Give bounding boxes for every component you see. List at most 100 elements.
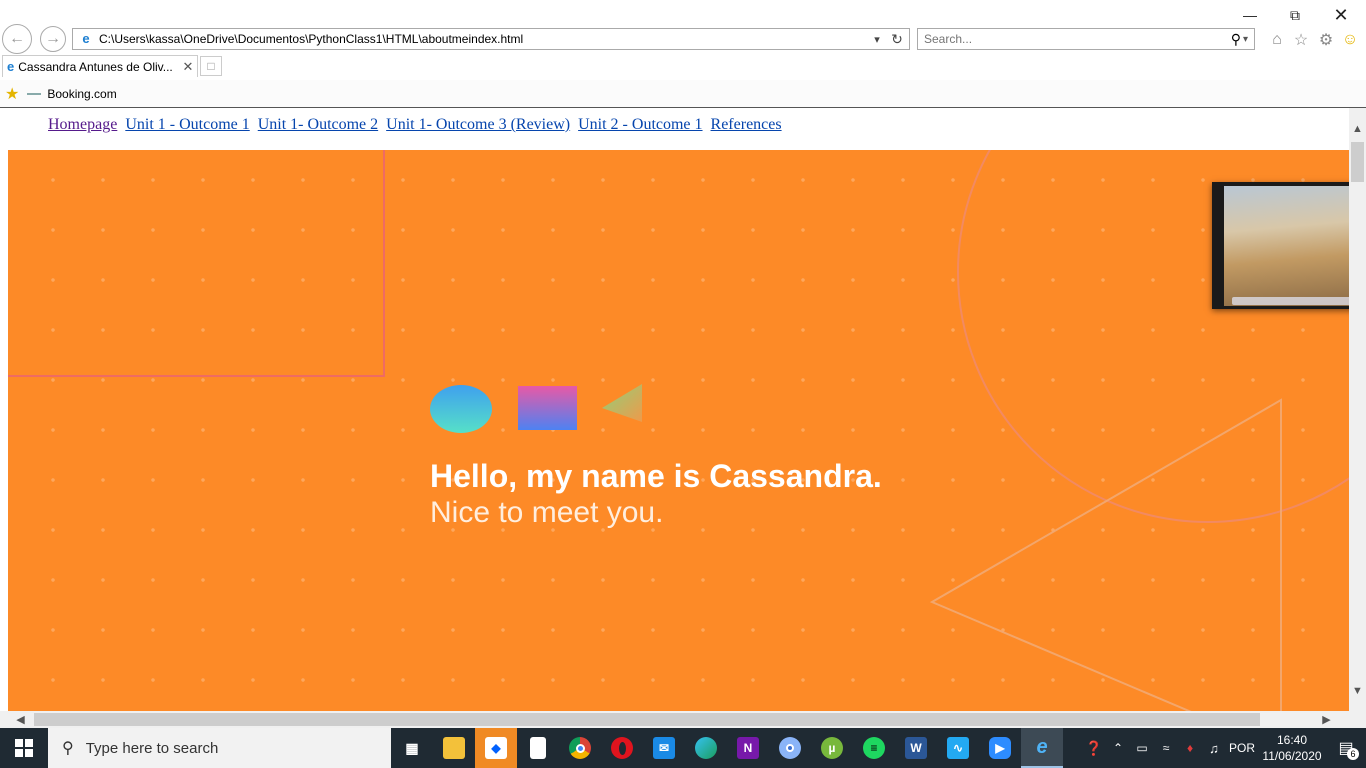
zoom-button[interactable]: ▶ <box>979 728 1021 768</box>
close-window-button[interactable]: ✕ <box>1318 4 1364 26</box>
restore-button[interactable]: ⧉ <box>1272 4 1318 26</box>
scroll-left-icon[interactable]: ◀ <box>12 711 29 728</box>
internet-explorer-button[interactable]: e <box>1021 728 1063 768</box>
dropbox-icon: ◆ <box>485 737 507 759</box>
task-view-icon: ▦ <box>405 739 419 756</box>
chevron-up-icon[interactable]: ⌃ <box>1106 741 1130 755</box>
scroll-up-icon[interactable]: ▲ <box>1349 120 1366 137</box>
hero-banner: Hello, my name is Cassandra. Nice to mee… <box>8 150 1349 711</box>
vertical-scroll-thumb[interactable] <box>1351 142 1364 182</box>
nav-link-unit2-outcome1[interactable]: Unit 2 - Outcome 1 <box>578 116 702 133</box>
search-icon[interactable]: ⚲ <box>1231 31 1241 48</box>
scroll-down-icon[interactable]: ▼ <box>1349 682 1366 699</box>
utorrent-icon: µ <box>821 737 843 759</box>
gift-icon[interactable]: ♦ <box>1178 741 1202 755</box>
zoom-icon: ▶ <box>989 737 1011 759</box>
scrollbar-corner <box>1349 711 1366 728</box>
blue-circle-shape <box>430 385 492 433</box>
spotify-button[interactable]: ≡ <box>853 728 895 768</box>
opera-button[interactable] <box>601 728 643 768</box>
onenote-icon: N <box>737 737 759 759</box>
clock[interactable]: 16:40 11/06/2020 <box>1258 732 1326 764</box>
mail-button[interactable]: ✉ <box>643 728 685 768</box>
dropbox-button[interactable]: ◆ <box>475 728 517 768</box>
browser-tab[interactable]: e Cassandra Antunes de Oliv... ✕ <box>2 55 198 77</box>
minimize-button[interactable]: — <box>1227 4 1273 26</box>
arrow-left-icon: ← <box>9 30 25 47</box>
gear-icon[interactable]: ⚙ <box>1316 30 1336 50</box>
horizontal-scroll-thumb[interactable] <box>34 713 1260 726</box>
utorrent-button[interactable]: µ <box>811 728 853 768</box>
opera-icon <box>611 737 633 759</box>
taskbar-search-placeholder: Type here to search <box>85 739 219 757</box>
help-icon[interactable]: ❓ <box>1082 740 1106 757</box>
wifi-icon[interactable]: ≈ <box>1154 741 1178 755</box>
browser-chrome: — ⧉ ✕ ← → e C:\Users\kassa\OneDrive\Docu… <box>0 0 1366 108</box>
hero-decoration <box>8 150 1349 711</box>
mail-icon: ✉ <box>653 737 675 759</box>
clock-date: 11/06/2020 <box>1262 749 1322 763</box>
deco-rectangle <box>8 150 385 377</box>
tab-close-icon[interactable]: ✕ <box>181 59 195 75</box>
system-tray: ❓ ⌃ ▭ ≈ ♦ ♫ POR 16:40 11/06/2020 ▤ 6 <box>1082 728 1366 768</box>
nav-link-unit1-outcome3[interactable]: Unit 1- Outcome 3 (Review) <box>386 116 570 133</box>
edge-button[interactable] <box>685 728 727 768</box>
taskbar: ⚲ Type here to search ▦ ◆ ✉ N µ ≡ W ∿ ▶ … <box>0 728 1366 768</box>
nav-link-unit1-outcome2[interactable]: Unit 1- Outcome 2 <box>258 116 378 133</box>
chromium-button[interactable] <box>769 728 811 768</box>
nav-link-unit1-outcome1[interactable]: Unit 1 - Outcome 1 <box>125 116 249 133</box>
word-button[interactable]: W <box>895 728 937 768</box>
page-icon: e <box>82 31 90 46</box>
windows-logo-icon <box>15 739 33 757</box>
green-triangle-shape <box>602 384 642 422</box>
edge-icon <box>695 737 717 759</box>
search-icon: ⚲ <box>62 740 74 757</box>
task-view-button[interactable]: ▦ <box>391 728 433 768</box>
nav-link-references[interactable]: References <box>711 116 782 133</box>
vertical-scrollbar[interactable]: ▲ ▼ <box>1349 108 1366 711</box>
favorite-item[interactable]: Booking.com <box>27 87 117 101</box>
start-button[interactable] <box>0 728 48 768</box>
forward-button[interactable]: → <box>40 26 66 52</box>
favorites-bar: ★ Booking.com <box>0 80 1366 107</box>
refresh-icon[interactable]: ↻ <box>889 31 905 48</box>
battery-icon[interactable]: ▭ <box>1130 741 1154 755</box>
address-text[interactable]: C:\Users\kassa\OneDrive\Documentos\Pytho… <box>99 32 869 46</box>
word-icon: W <box>905 737 927 759</box>
back-button[interactable]: ← <box>2 24 32 54</box>
search-box[interactable]: ⚲ ▾ <box>917 28 1255 50</box>
window-preview-thumbnail[interactable] <box>1212 182 1366 309</box>
search-input[interactable] <box>918 32 1231 46</box>
vscode-icon: ∿ <box>947 737 969 759</box>
notification-count: 6 <box>1347 748 1359 760</box>
notepad-button[interactable] <box>517 728 559 768</box>
dock-bar <box>1232 297 1362 305</box>
page-viewport: Homepage Unit 1 - Outcome 1 Unit 1- Outc… <box>0 108 1349 711</box>
new-tab-button[interactable]: □ <box>200 56 222 76</box>
spotify-icon: ≡ <box>863 737 885 759</box>
clock-time: 16:40 <box>1276 733 1308 747</box>
address-bar[interactable]: e C:\Users\kassa\OneDrive\Documentos\Pyt… <box>72 28 910 50</box>
home-icon[interactable]: ⌂ <box>1267 30 1287 50</box>
favorites-star-icon[interactable]: ☆ <box>1291 30 1311 50</box>
tab-title: Cassandra Antunes de Oliv... <box>18 59 173 74</box>
tab-ie-icon: e <box>7 59 15 74</box>
horizontal-scrollbar[interactable]: ◀ ▶ <box>0 711 1349 728</box>
onenote-button[interactable]: N <box>727 728 769 768</box>
language-indicator[interactable]: POR <box>1226 741 1258 755</box>
dropdown-arrow-icon[interactable]: ▾ <box>869 33 885 46</box>
file-explorer-button[interactable] <box>433 728 475 768</box>
search-dropdown-icon[interactable]: ▾ <box>1243 34 1248 45</box>
taskbar-search[interactable]: ⚲ Type here to search <box>48 728 391 768</box>
nav-link-homepage[interactable]: Homepage <box>48 116 117 133</box>
chrome-button[interactable] <box>559 728 601 768</box>
add-favorite-icon[interactable]: ★ <box>5 84 19 104</box>
folder-icon <box>443 737 465 759</box>
vscode-button[interactable]: ∿ <box>937 728 979 768</box>
document-icon <box>530 737 546 759</box>
notification-center-button[interactable]: ▤ 6 <box>1326 728 1366 768</box>
scroll-right-icon[interactable]: ▶ <box>1318 711 1335 728</box>
speaker-icon[interactable]: ♫ <box>1202 741 1226 756</box>
smiley-feedback-icon[interactable]: ☺ <box>1340 30 1360 50</box>
gradient-square-shape <box>518 386 577 430</box>
